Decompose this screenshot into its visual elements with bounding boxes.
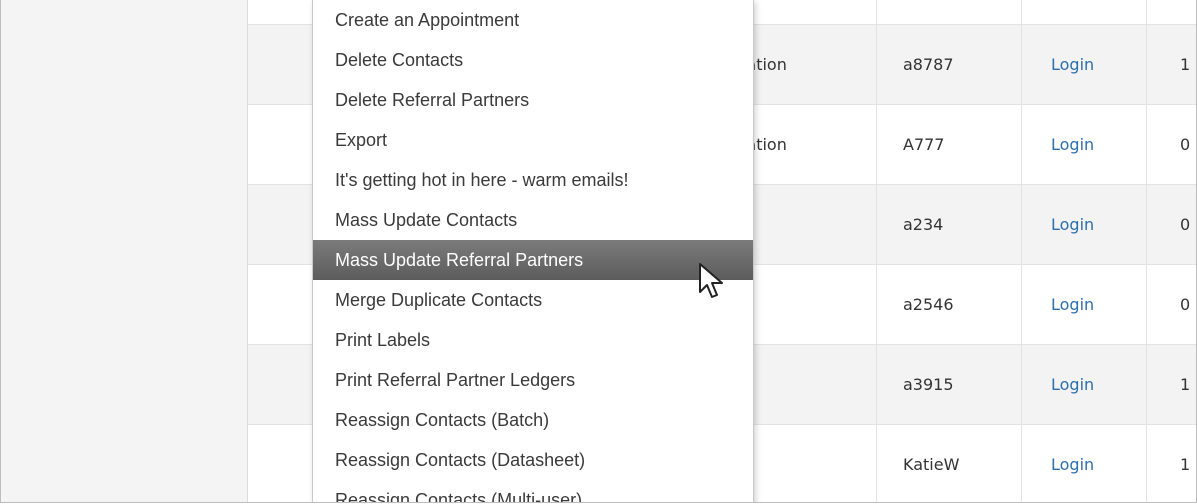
menu-item-warm-emails[interactable]: It's getting hot in here - warm emails! [313,160,753,200]
username-cell: a3915 [903,375,954,394]
menu-item-mass-update-referral-partners[interactable]: Mass Update Referral Partners [313,240,753,280]
menu-item-mass-update-contacts[interactable]: Mass Update Contacts [313,200,753,240]
last-cell: 1 [1180,375,1191,394]
mouse-pointer-icon [699,263,723,298]
app-frame: zation a8787 Login 1 zation A777 Login 0… [0,0,1197,503]
last-cell: 1 [1180,455,1191,474]
username-cell: a2546 [903,295,954,314]
username-cell: a234 [903,215,944,234]
menu-item-create-appointment[interactable]: Create an Appointment [313,0,753,40]
last-cell: 1 [1180,55,1191,74]
menu-item-print-referral-partner-ledgers[interactable]: Print Referral Partner Ledgers [313,360,753,400]
menu-item-print-labels[interactable]: Print Labels [313,320,753,360]
column-divider [876,0,877,502]
last-cell: 0 [1180,215,1191,234]
menu-item-delete-contacts[interactable]: Delete Contacts [313,40,753,80]
menu-item-delete-referral-partners[interactable]: Delete Referral Partners [313,80,753,120]
last-cell: 0 [1180,295,1191,314]
menu-item-merge-duplicate-contacts[interactable]: Merge Duplicate Contacts [313,280,753,320]
login-link[interactable]: Login [1051,25,1094,105]
username-cell: a8787 [903,55,954,74]
menu-item-reassign-contacts-datasheet[interactable]: Reassign Contacts (Datasheet) [313,440,753,480]
login-link[interactable]: Login [1051,105,1094,185]
left-panel [1,0,248,502]
login-link[interactable]: Login [1051,345,1094,425]
column-divider [1146,0,1147,502]
username-cell: KatieW [903,455,960,474]
login-link[interactable]: Login [1051,425,1094,502]
username-cell: A777 [903,135,945,154]
actions-dropdown-menu: Create an Appointment Delete Contacts De… [312,0,754,502]
login-link[interactable]: Login [1051,185,1094,265]
last-cell: 0 [1180,135,1191,154]
menu-item-reassign-contacts-batch[interactable]: Reassign Contacts (Batch) [313,400,753,440]
column-divider [1021,0,1022,502]
menu-item-reassign-contacts-multi-user[interactable]: Reassign Contacts (Multi-user) [313,480,753,502]
login-link[interactable]: Login [1051,265,1094,345]
menu-item-export[interactable]: Export [313,120,753,160]
